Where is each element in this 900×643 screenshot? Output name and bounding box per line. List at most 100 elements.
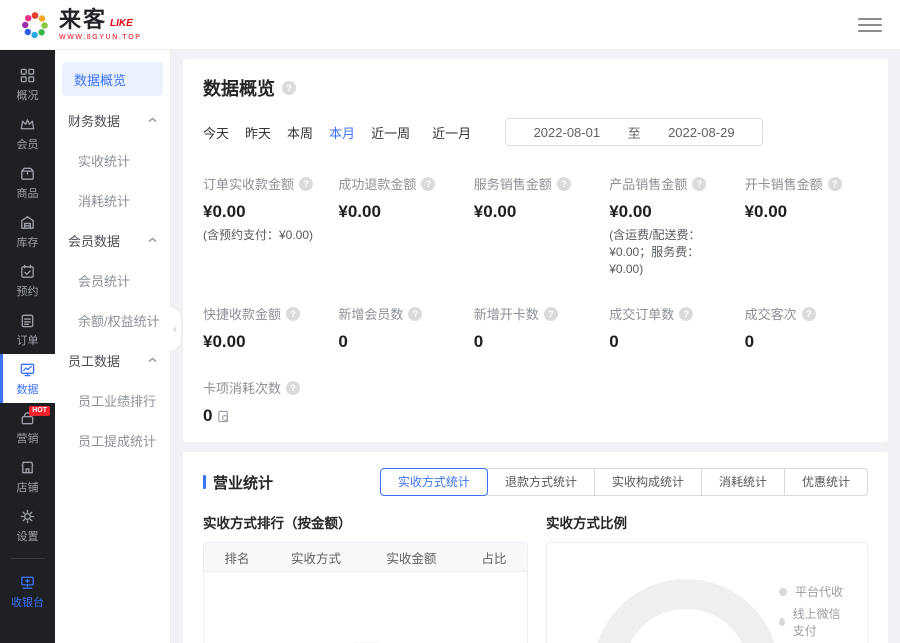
sidebar-item-overview[interactable]: 概况 (0, 60, 55, 109)
help-icon[interactable] (544, 307, 558, 321)
date-start[interactable]: 2022-08-01 (534, 125, 601, 140)
sidebar-item-cashier[interactable]: 收银台 (0, 567, 55, 616)
stat-value: ¥0.00 (203, 332, 326, 352)
help-icon[interactable] (286, 381, 300, 395)
tab-discount[interactable]: 优惠统计 (784, 468, 868, 496)
sidebar-label: 库存 (17, 234, 39, 250)
stat-quick-payment: 快捷收款金额 ¥0.00 (203, 304, 326, 352)
submenu-item-data-overview[interactable]: 数据概览 (62, 62, 163, 96)
tab-consume[interactable]: 消耗统计 (701, 468, 785, 496)
sidebar-divider (10, 558, 45, 559)
sidebar-item-goods[interactable]: 商品 (0, 158, 55, 207)
chevron-up-icon (148, 117, 157, 123)
col-ratio: 占比 (461, 548, 527, 567)
help-icon[interactable] (286, 307, 300, 321)
monitor-chart-icon (19, 361, 36, 378)
stat-card-consume-count: 卡项消耗次数 0 (203, 378, 326, 426)
sidebar-label: 营销 (17, 430, 39, 446)
stat-sub: (含预约支付：¥0.00) (203, 227, 326, 244)
submenu-group-finance[interactable]: 财务数据 (55, 100, 170, 140)
sidebar-label: 概况 (17, 87, 39, 103)
date-filter-bar: 今天 昨天 本周 本月 近一周 近一月 2022-08-01 至 2022-08… (203, 118, 868, 146)
sidebar-item-settings[interactable]: 设置 (0, 501, 55, 550)
help-icon[interactable] (557, 177, 571, 191)
stat-card-sales: 开卡销售金额 ¥0.00 (745, 174, 868, 278)
donut-chart: 总金额 ¥0.00 平台代收 线上微信支付 现金 其他 微信（记账） 支付宝（记… (546, 542, 868, 643)
submenu-item-member-stats[interactable]: 会员统计 (55, 260, 170, 300)
help-icon[interactable] (692, 177, 706, 191)
stats-grid: 订单实收款金额 ¥0.00 (含预约支付：¥0.00) 成功退款金额 ¥0.00… (203, 174, 868, 426)
stat-value: 0 (745, 332, 868, 352)
filter-this-month[interactable]: 本月 (329, 123, 355, 142)
legend-item[interactable]: 平台代收 (779, 583, 843, 600)
submenu-item-staff-commission[interactable]: 员工提成统计 (55, 420, 170, 460)
help-icon[interactable] (299, 177, 313, 191)
filter-last-week[interactable]: 近一周 (371, 123, 410, 142)
brand-name-en: LIKE (110, 19, 133, 31)
warehouse-icon (19, 214, 36, 231)
submenu-item-staff-ranking[interactable]: 员工业绩排行 (55, 380, 170, 420)
sidebar-label: 预约 (17, 283, 39, 299)
sidebar-label: 店铺 (17, 479, 39, 495)
help-icon[interactable] (802, 307, 816, 321)
sidebar-label: 数据 (17, 381, 39, 397)
sidebar-label: 收银台 (11, 594, 44, 610)
tab-income-method[interactable]: 实收方式统计 (380, 468, 488, 496)
stat-order-income: 订单实收款金额 ¥0.00 (含预约支付：¥0.00) (203, 174, 326, 278)
date-separator: 至 (628, 123, 641, 142)
detail-view-icon[interactable] (217, 410, 230, 423)
date-end[interactable]: 2022-08-29 (668, 125, 735, 140)
submenu-group-staff[interactable]: 员工数据 (55, 340, 170, 380)
proportion-title: 实收方式比例 (546, 512, 868, 532)
filter-yesterday[interactable]: 昨天 (245, 123, 271, 142)
logo-pinwheel-icon (18, 8, 52, 42)
submenu-item-consume-stats[interactable]: 消耗统计 (55, 180, 170, 220)
stat-value: 0 (609, 332, 732, 352)
stat-refund: 成功退款金额 ¥0.00 (338, 174, 461, 278)
menu-toggle-icon[interactable] (858, 16, 882, 34)
calendar-check-icon (19, 263, 36, 280)
submenu-group-label: 员工数据 (68, 351, 120, 370)
date-range-picker[interactable]: 2022-08-01 至 2022-08-29 (505, 118, 763, 146)
submenu-item-income-stats[interactable]: 实收统计 (55, 140, 170, 180)
submenu-item-balance-stats[interactable]: 余额/权益统计 (55, 300, 170, 340)
sidebar-item-booking[interactable]: 预约 (0, 256, 55, 305)
tab-income-composition[interactable]: 实收构成统计 (594, 468, 702, 496)
app-logo[interactable]: 来客 LIKE WWW.8GYUN.TOP (18, 8, 142, 42)
crown-icon (19, 116, 36, 133)
top-header: 来客 LIKE WWW.8GYUN.TOP (0, 0, 900, 50)
sidebar-label: 商品 (17, 185, 39, 201)
sidebar-item-inventory[interactable]: 库存 (0, 207, 55, 256)
sidebar-item-data[interactable]: 数据 (0, 354, 55, 403)
page-title: 数据概览 (203, 75, 275, 101)
tab-refund-method[interactable]: 退款方式统计 (487, 468, 595, 496)
legend-item[interactable]: 线上微信支付 (779, 605, 843, 639)
help-icon[interactable] (282, 81, 296, 95)
filter-today[interactable]: 今天 (203, 123, 229, 142)
sidebar-item-marketing[interactable]: HOT 营销 (0, 403, 55, 452)
stat-value: ¥0.00 (745, 202, 868, 222)
sidebar-collapse-handle[interactable]: ‹ (169, 306, 182, 352)
filter-last-month[interactable]: 近一月 (432, 123, 471, 142)
help-icon[interactable] (679, 307, 693, 321)
filter-this-week[interactable]: 本周 (287, 123, 313, 142)
sidebar-item-members[interactable]: 会员 (0, 109, 55, 158)
help-icon[interactable] (408, 307, 422, 321)
stat-value: ¥0.00 (203, 202, 326, 222)
submenu-group-member[interactable]: 会员数据 (55, 220, 170, 260)
legend-dot-icon (779, 588, 787, 596)
secondary-sidebar: 数据概览 财务数据 实收统计 消耗统计 会员数据 会员统计 余额/权益统计 员工… (55, 50, 171, 643)
chart-legend: 平台代收 线上微信支付 现金 其他 微信（记账） 支付宝（记账） POS机（记账… (779, 583, 867, 643)
help-icon[interactable] (828, 177, 842, 191)
sidebar-label: 订单 (17, 332, 39, 348)
help-icon[interactable] (421, 177, 435, 191)
col-amount: 实收金额 (362, 548, 461, 567)
sidebar-item-shop[interactable]: 店铺 (0, 452, 55, 501)
sidebar-item-orders[interactable]: 订单 (0, 305, 55, 354)
submenu-group-label: 会员数据 (68, 231, 120, 250)
business-stats-card: 营业统计 实收方式统计 退款方式统计 实收构成统计 消耗统计 优惠统计 实收方式… (183, 452, 888, 643)
col-rank: 排名 (204, 548, 270, 567)
ranking-title: 实收方式排行（按金额） (203, 512, 528, 532)
clipboard-icon (19, 312, 36, 329)
grid-icon (19, 67, 36, 84)
